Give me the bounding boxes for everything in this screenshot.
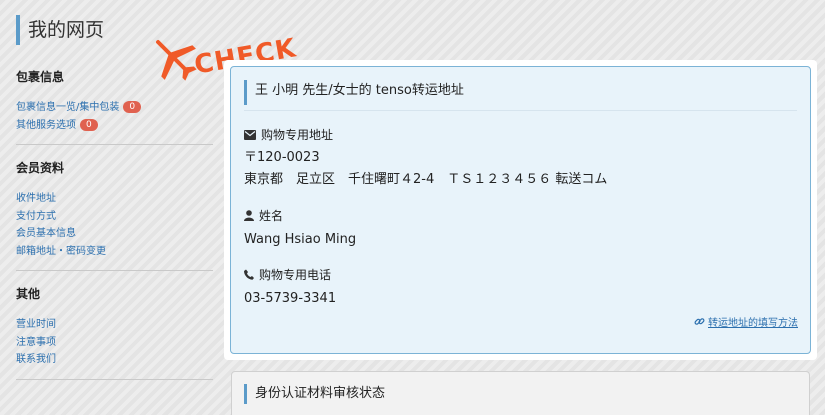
count-badge: 0: [123, 101, 142, 113]
address-label-text: 购物专用地址: [261, 128, 334, 142]
name-value: Wang Hsiao Ming: [244, 232, 357, 247]
phone-field: 购物专用电话 03-5739-3341: [244, 266, 810, 310]
sidebar-item-member-info[interactable]: 会员基本信息: [16, 225, 213, 243]
id-verification-card: 身份认证材料审核状态: [231, 371, 810, 415]
phone-value: 03-5739-3341: [244, 291, 337, 306]
address-help-link-label: 转运地址的填写方法: [708, 318, 798, 329]
phone-label-text: 购物专用电话: [259, 268, 332, 282]
name-field: 姓名 Wang Hsiao Ming: [244, 207, 810, 251]
sidebar-section-package: 包裹信息 包裹信息一览/集中包装 0 其他服务选项 0: [16, 68, 213, 145]
sidebar-heading-other: 其他: [16, 287, 41, 301]
page-title: 我的网页: [16, 15, 104, 45]
sidebar-item-payment-method[interactable]: 支付方式: [16, 208, 213, 226]
address-card: 王 小明 先生/女士的 tenso转运地址 购物专用地址 〒120-0023 東…: [230, 66, 811, 354]
sidebar-item-email-password[interactable]: 邮箱地址・密码变更: [16, 243, 213, 261]
sidebar-item-package-list[interactable]: 包裹信息一览/集中包装 0: [16, 99, 213, 117]
sidebar-section-member: 会员资料 收件地址 支付方式 会员基本信息 邮箱地址・密码变更: [16, 159, 213, 271]
address-field: 购物专用地址 〒120-0023 東京都 足立区 千住曙町４2-4 ＴＳ１２３４…: [244, 126, 810, 191]
address-label: 购物专用地址: [244, 126, 810, 143]
phone-label: 购物专用电话: [244, 266, 810, 283]
sidebar-item-shipping-address[interactable]: 收件地址: [16, 190, 213, 208]
link-icon: [694, 318, 705, 325]
sidebar-item-label: 包裹信息一览/集中包装: [16, 102, 120, 113]
sidebar-heading-member: 会员资料: [16, 161, 65, 175]
sidebar-section-other: 其他 营业时间 注意事项 联系我们: [16, 285, 213, 380]
sidebar-item-label: 其他服务选项: [16, 119, 76, 131]
envelope-icon: [244, 129, 256, 140]
count-badge: 0: [80, 118, 98, 131]
user-icon: [244, 210, 254, 221]
name-label-text: 姓名: [259, 209, 284, 223]
postal-code: 〒120-0023: [244, 150, 320, 165]
id-verification-title: 身份认证材料审核状态: [244, 384, 809, 404]
sidebar: 包裹信息 包裹信息一览/集中包装 0 其他服务选项 0 会员资料 收件地址 支付方式…: [16, 68, 213, 394]
phone-icon: [244, 269, 254, 280]
address-card-frame: 王 小明 先生/女士的 tenso转运地址 购物专用地址 〒120-0023 東…: [224, 60, 817, 360]
sidebar-item-business-hours[interactable]: 营业时间: [16, 316, 213, 334]
sidebar-item-notes[interactable]: 注意事项: [16, 334, 213, 352]
address-help-link[interactable]: 转运地址的填写方法: [694, 314, 798, 329]
divider: [244, 110, 797, 111]
sidebar-item-other-services[interactable]: 其他服务选项 0: [16, 117, 213, 135]
address-line: 東京都 足立区 千住曙町４2-4 ＴＳ１２３４５６ 転送コム: [244, 172, 608, 187]
name-label: 姓名: [244, 207, 810, 224]
sidebar-item-contact[interactable]: 联系我们: [16, 351, 213, 369]
address-card-title: 王 小明 先生/女士的 tenso转运地址: [244, 80, 797, 105]
sidebar-heading-package: 包裹信息: [16, 70, 65, 84]
